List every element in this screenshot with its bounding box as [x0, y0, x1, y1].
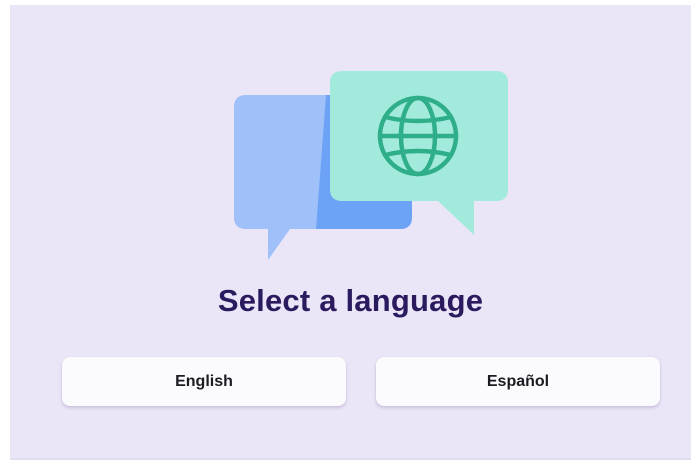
speech-bubbles-icon — [234, 71, 508, 260]
espanol-button[interactable]: Español — [376, 357, 660, 406]
language-select-screen: Select a language English Español — [10, 5, 691, 460]
english-button[interactable]: English — [62, 357, 346, 406]
page-title: Select a language — [217, 283, 484, 318]
espanol-button-label: Español — [486, 372, 550, 390]
divider — [10, 458, 691, 460]
chat-bubbles-illustration — [222, 65, 512, 265]
english-button-label: English — [175, 372, 233, 390]
